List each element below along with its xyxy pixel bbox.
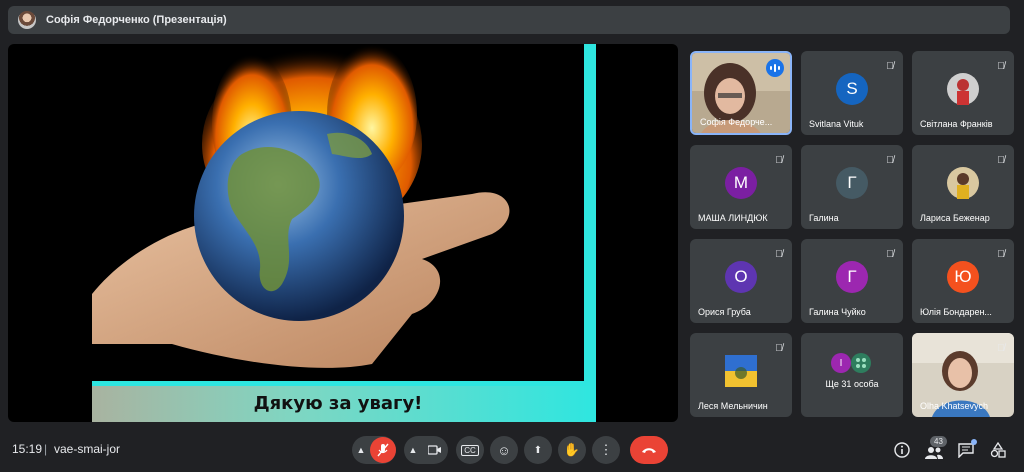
avatar	[947, 73, 979, 105]
participant-name: Галина Чуйко	[809, 307, 866, 317]
chat-button[interactable]	[954, 438, 978, 462]
activities-button[interactable]	[986, 438, 1010, 462]
meeting-code: vae-smai-jor	[54, 442, 121, 456]
speaking-indicator-icon	[766, 59, 784, 77]
control-bar: 15:19 | vae-smai-jor ▲ ▲ CC ☺ ⬆ ✋ ⋮ 43	[0, 430, 1024, 472]
presentation-slide: Дякую за увагу!	[92, 44, 596, 422]
mic-off-icon: 🎙̸	[886, 60, 894, 72]
participant-tile[interactable]: 🎙̸ Olha Khatsevych	[912, 333, 1014, 417]
participant-name: Лариса Беженар	[920, 213, 990, 223]
participant-name: Юлія Бондарен...	[920, 307, 992, 317]
participant-tile[interactable]: 🎙̸ Леся Мельничин	[690, 333, 792, 417]
participant-tile[interactable]: Софія Федорче...	[690, 51, 792, 135]
captions-icon: CC	[461, 444, 479, 456]
presenter-bar: Софія Федорченко (Презентація)	[8, 6, 1010, 34]
raise-hand-button[interactable]: ✋	[558, 436, 586, 464]
participant-name: МАША ЛИНДЮК	[698, 213, 768, 223]
avatar: Г	[836, 167, 868, 199]
more-participants-tile[interactable]: І Ще 31 особа	[801, 333, 903, 417]
emoji-button[interactable]: ☺	[490, 436, 518, 464]
participant-tile[interactable]: 🎙̸ Ю Юлія Бондарен...	[912, 239, 1014, 323]
mic-off-icon: 🎙̸	[997, 154, 1005, 166]
chevron-up-icon[interactable]: ▲	[352, 445, 370, 455]
participant-tile[interactable]: 🎙̸ Г Галина	[801, 145, 903, 229]
presenter-avatar	[18, 11, 36, 29]
captions-button[interactable]: CC	[456, 436, 484, 464]
mic-off-icon: 🎙̸	[997, 342, 1005, 354]
raise-hand-icon: ✋	[563, 442, 581, 457]
mic-off-icon: 🎙̸	[886, 154, 894, 166]
people-icon	[925, 447, 943, 459]
emoji-icon: ☺	[497, 442, 511, 458]
camera-icon[interactable]	[422, 437, 448, 463]
participant-name: Орися Груба	[698, 307, 751, 317]
avatar: Ю	[947, 261, 979, 293]
presenter-title: Софія Федорченко (Презентація)	[46, 14, 227, 26]
unread-indicator	[971, 439, 977, 445]
participant-name: Svitlana Vituk	[809, 119, 864, 129]
avatar	[851, 353, 871, 373]
avatar	[725, 355, 757, 387]
mic-off-icon: 🎙̸	[775, 248, 783, 260]
avatar: М	[725, 167, 757, 199]
mic-off-icon: 🎙̸	[775, 342, 783, 354]
participant-tile[interactable]: 🎙̸ Світлана Франків	[912, 51, 1014, 135]
end-call-button[interactable]	[630, 436, 668, 464]
participant-name: Софія Федорче...	[700, 117, 773, 127]
mic-off-icon[interactable]	[370, 437, 396, 463]
mic-off-icon: 🎙̸	[775, 154, 783, 166]
people-button[interactable]: 43	[922, 436, 947, 462]
mic-control[interactable]: ▲	[352, 436, 396, 464]
camera-control[interactable]: ▲	[404, 436, 448, 464]
participant-tile[interactable]: 🎙̸ О Орися Груба	[690, 239, 792, 323]
participant-name: Галина	[809, 213, 839, 223]
more-options-icon: ⋮	[599, 442, 613, 457]
slide-caption: Дякую за увагу!	[253, 393, 423, 414]
avatar: І	[831, 353, 851, 373]
slide-accent-bar	[584, 44, 596, 422]
participant-tile[interactable]: 🎙̸ S Svitlana Vituk	[801, 51, 903, 135]
presentation-stage[interactable]: Дякую за увагу!	[8, 44, 678, 422]
activities-icon	[990, 442, 1006, 458]
mic-off-icon: 🎙̸	[997, 248, 1005, 260]
participant-tile[interactable]: 🎙̸ Г Галина Чуйко	[801, 239, 903, 323]
mic-off-icon: 🎙̸	[997, 60, 1005, 72]
present-icon: ⬆	[533, 444, 543, 456]
participant-name: Olha Khatsevych	[920, 401, 989, 411]
participant-name: Світлана Франків	[920, 119, 993, 129]
avatar: S	[836, 73, 868, 105]
separator: |	[44, 442, 48, 456]
avatar	[947, 167, 979, 199]
mic-off-icon: 🎙̸	[886, 248, 894, 260]
avatar: Г	[836, 261, 868, 293]
people-count-badge: 43	[930, 436, 947, 447]
clock: 15:19	[12, 442, 43, 456]
more-participants-label: Ще 31 особа	[825, 379, 879, 389]
slide-image	[92, 44, 510, 368]
avatar: О	[725, 261, 757, 293]
end-call-icon	[642, 448, 656, 453]
chevron-up-icon[interactable]: ▲	[404, 445, 422, 455]
more-options-button[interactable]: ⋮	[592, 436, 620, 464]
present-button[interactable]: ⬆	[524, 436, 552, 464]
participant-name: Леся Мельничин	[698, 401, 768, 411]
participant-tile[interactable]: 🎙̸ Лариса Беженар	[912, 145, 1014, 229]
info-icon[interactable]	[890, 438, 914, 462]
participant-tile[interactable]: 🎙̸ М МАША ЛИНДЮК	[690, 145, 792, 229]
